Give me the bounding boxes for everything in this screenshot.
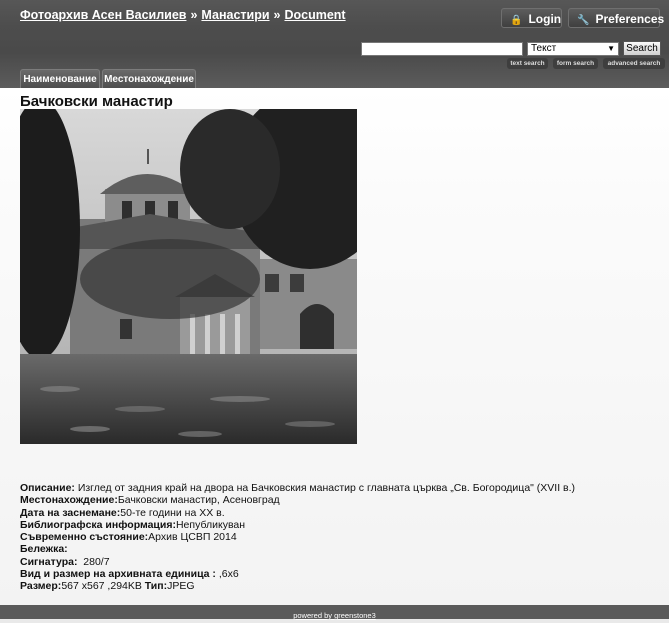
metadata-value: 50-те години на XX в. <box>120 506 225 519</box>
metadata-row: Местонахождение:Бачковски манастир, Асен… <box>20 494 640 506</box>
monastery-photo[interactable] <box>20 109 357 444</box>
metadata-value: Бачковски манастир, Асеновград <box>117 494 280 507</box>
advanced-search-link[interactable]: advanced search <box>603 58 665 69</box>
form-search-link[interactable]: form search <box>553 58 598 69</box>
breadcrumb-page-link[interactable]: Document <box>284 8 345 22</box>
tab-name[interactable]: Наименование <box>20 69 100 88</box>
metadata-row: Бележка: <box>20 543 640 555</box>
metadata-value: ,6x6 <box>215 568 239 581</box>
tab-location[interactable]: Местонахождение <box>102 69 196 88</box>
metadata-label: Вид и размер на архивната единица : <box>20 568 216 581</box>
metadata-row: Съвременно състояние:Архив ЦСВП 2014 <box>20 531 640 543</box>
metadata-value: 280/7 <box>77 555 110 568</box>
dropdown-arrow-icon: ▼ <box>607 44 615 53</box>
document-panel: Бачковски манастир Описание: Изглед от з… <box>0 88 669 605</box>
metadata-row: Дата на заснемане:50-те години на XX в. <box>20 507 640 519</box>
metadata-label: Местонахождение: <box>20 494 118 507</box>
metadata-list: Описание: Изглед от задния край на двора… <box>20 482 640 593</box>
search-field-selected: Текст <box>531 43 557 54</box>
breadcrumb-collection-link[interactable]: Манастири <box>201 8 269 22</box>
metadata-row: Вид и размер на архивната единица : ,6x6 <box>20 568 640 580</box>
login-button[interactable]: 🔒 Login <box>501 8 562 28</box>
metadata-row: Библиографска информация:Непубликуван <box>20 519 640 531</box>
text-search-link[interactable]: text search <box>507 58 548 69</box>
metadata-value: Изглед от задния край на двора на Бачков… <box>74 482 576 494</box>
metadata-value: Непубликуван <box>175 518 246 531</box>
page-title: Бачковски манастир <box>20 93 173 110</box>
lock-icon: 🔒 <box>510 15 523 26</box>
login-label: Login <box>528 12 562 26</box>
search-field-select[interactable]: Текст ▼ <box>527 42 619 56</box>
metadata-label: Съвременно състояние: <box>20 531 149 544</box>
breadcrumb-separator: » <box>273 8 281 22</box>
breadcrumb-site-link[interactable]: Фотоархив Асен Василиев <box>20 8 186 22</box>
wrench-icon: 🔧 <box>577 15 590 26</box>
metadata-row: Описание: Изглед от задния край на двора… <box>20 482 640 494</box>
metadata-label: Бележка: <box>20 543 68 556</box>
search-input[interactable] <box>361 42 523 56</box>
search-button[interactable]: Search <box>623 41 661 56</box>
metadata-label: Библиографска информация: <box>20 518 176 531</box>
type-label: Тип: <box>144 580 168 593</box>
metadata-label: Дата на заснемане: <box>20 506 121 519</box>
footer: powered by greenstone3 <box>0 605 669 620</box>
metadata-value: Архив ЦСВП 2014 <box>148 531 237 544</box>
metadata-row: Размер:567 x567 ,294KB Тип:JPEG <box>20 580 640 592</box>
size-label: Размер: <box>20 580 62 593</box>
metadata-label: Сигнатура: <box>20 555 78 568</box>
breadcrumb: Фотоархив Асен Василиев» Манастири» Docume… <box>20 8 346 22</box>
photo-image <box>20 109 357 444</box>
preferences-button[interactable]: 🔧 Preferences <box>568 8 664 28</box>
breadcrumb-separator: » <box>190 8 198 22</box>
preferences-label: Preferences <box>595 12 665 26</box>
metadata-row: Сигнатура: 280/7 <box>20 556 640 568</box>
size-value: 567 x567 ,294KB <box>61 580 145 593</box>
header-bar: Фотоархив Асен Василиев» Манастири» Docume… <box>0 0 669 88</box>
metadata-label: Описание: <box>20 482 75 494</box>
type-value: JPEG <box>167 580 195 593</box>
